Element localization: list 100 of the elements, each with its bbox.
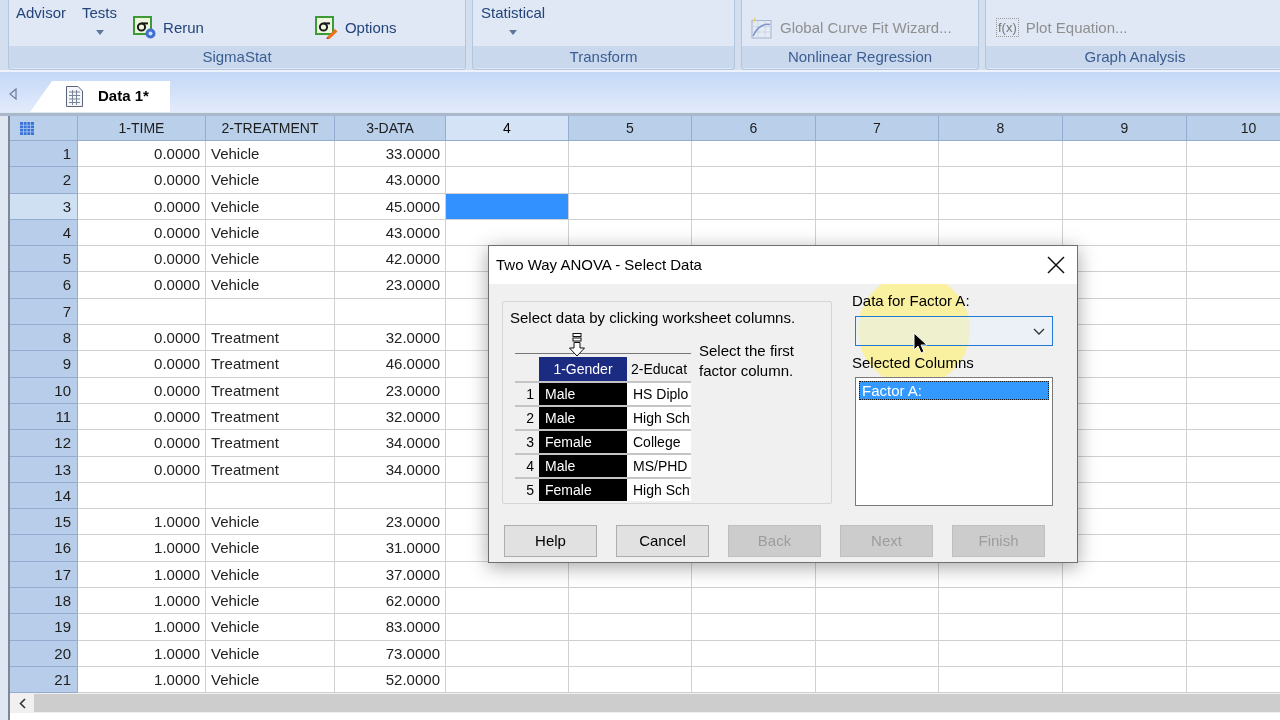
instruction-text: Select data by clicking worksheet columns. [510, 309, 797, 327]
table-cell: Vehicle [206, 535, 335, 562]
table-cell: 62.0000 [335, 588, 446, 615]
table-cell: Vehicle [206, 167, 335, 194]
dropdown-button[interactable]: Tests [82, 0, 118, 35]
example-cell: Male [539, 407, 627, 429]
table-cell: 0.0000 [78, 246, 206, 273]
row-header[interactable]: 4 [10, 219, 78, 247]
table-cell: Vehicle [206, 246, 335, 273]
document-tab[interactable]: Data 1* [30, 81, 170, 112]
example-row-number: 5 [525, 481, 535, 500]
example-column-header: 1-Gender [539, 357, 627, 381]
active-cell[interactable] [446, 193, 569, 220]
table-cell: 1.0000 [78, 640, 206, 667]
table-cell: Vehicle [206, 666, 335, 694]
row-header[interactable]: 6 [10, 272, 78, 299]
example-cell: Female [539, 479, 627, 501]
dialog-title: Two Way ANOVA - Select Data [496, 254, 702, 275]
table-cell: Vehicle [206, 193, 335, 220]
column-header[interactable]: 3-DATA [335, 116, 446, 141]
example-row-number: 4 [525, 457, 535, 476]
help-button[interactable]: Help [504, 525, 597, 557]
row-header[interactable]: 10 [10, 377, 78, 404]
ribbon-button[interactable]: Options [314, 16, 397, 39]
row-header[interactable]: 15 [10, 509, 78, 536]
row-header[interactable]: 13 [10, 456, 78, 483]
example-row-number: 2 [525, 409, 535, 428]
table-cell: Treatment [206, 351, 335, 378]
grid-icon [20, 121, 34, 135]
row-header[interactable]: 3 [10, 193, 78, 220]
row-header[interactable]: 7 [10, 298, 78, 326]
row-header[interactable]: 12 [10, 430, 78, 457]
column-header[interactable]: 7 [816, 116, 939, 141]
table-cell: 32.0000 [335, 403, 446, 431]
table-cell: 1.0000 [78, 614, 206, 641]
tab-scroll-left-icon[interactable] [9, 88, 17, 100]
example-cell: Female [539, 431, 627, 453]
chevron-down-icon [1033, 327, 1045, 335]
table-cell: 1.0000 [78, 535, 206, 562]
row-header[interactable]: 16 [10, 535, 78, 562]
cancel-button[interactable]: Cancel [616, 525, 709, 557]
column-header[interactable]: 8 [939, 116, 1063, 141]
table-cell: 31.0000 [335, 535, 446, 562]
row-header[interactable]: 9 [10, 351, 78, 378]
group-label: SigmaStat [9, 46, 465, 68]
ribbon-button[interactable]: Rerun [133, 16, 204, 39]
table-cell: 0.0000 [78, 272, 206, 299]
group-label: Nonlinear Regression [742, 46, 978, 68]
row-header[interactable]: 5 [10, 246, 78, 273]
table-cell: 73.0000 [335, 640, 446, 667]
table-cell: 1.0000 [78, 666, 206, 694]
row-header[interactable]: 18 [10, 588, 78, 615]
chart-icon [751, 16, 773, 39]
row-header[interactable]: 1 [10, 141, 78, 168]
table-cell: 37.0000 [335, 561, 446, 589]
example-cell: HS Diplo [627, 383, 691, 405]
column-header[interactable]: 5 [569, 116, 692, 141]
row-header[interactable]: 11 [10, 403, 78, 431]
table-cell: 0.0000 [78, 167, 206, 194]
column-header[interactable]: 2-TREATMENT [206, 116, 335, 141]
example-cell: High Sch [627, 407, 691, 429]
ribbon-button[interactable]: Advisor [16, 0, 67, 22]
table-cell: 0.0000 [78, 219, 206, 247]
column-header[interactable]: 10 [1187, 116, 1280, 141]
row-header[interactable]: 2 [10, 167, 78, 194]
close-icon [1047, 256, 1065, 274]
table-cell: 0.0000 [78, 193, 206, 220]
factor-dropdown[interactable] [855, 316, 1053, 346]
table-cell: 0.0000 [78, 325, 206, 352]
table-cell: 32.0000 [335, 325, 446, 352]
table-cell: 45.0000 [335, 193, 446, 220]
table-cell: 52.0000 [335, 666, 446, 694]
table-cell: 34.0000 [335, 456, 446, 483]
row-header[interactable]: 21 [10, 666, 78, 694]
table-cell: 43.0000 [335, 219, 446, 247]
row-header[interactable]: 19 [10, 614, 78, 641]
scroll-left-icon[interactable] [18, 697, 26, 709]
select-all-button[interactable] [10, 116, 78, 141]
column-header[interactable]: 9 [1063, 116, 1187, 141]
column-header[interactable]: 1-TIME [78, 116, 206, 141]
list-label: Selected Columns [852, 354, 975, 372]
row-header[interactable]: 17 [10, 561, 78, 589]
row-header[interactable]: 8 [10, 325, 78, 352]
column-header[interactable]: 4 [446, 116, 569, 141]
row-header[interactable]: 20 [10, 640, 78, 667]
table-cell: Treatment [206, 325, 335, 352]
row-header[interactable]: 14 [10, 482, 78, 510]
group-label: Graph Analysis [986, 46, 1280, 68]
table-cell: Vehicle [206, 614, 335, 641]
column-header[interactable]: 6 [692, 116, 816, 141]
table-cell: 0.0000 [78, 141, 206, 168]
dropdown-button[interactable]: Statistical [481, 0, 546, 35]
example-row-number: 1 [525, 385, 535, 404]
table-cell: Treatment [206, 456, 335, 483]
table-cell: Treatment [206, 403, 335, 431]
table-cell: Treatment [206, 377, 335, 404]
table-cell: 0.0000 [78, 430, 206, 457]
function-icon: f(x) [996, 18, 1019, 37]
table-cell: 1.0000 [78, 588, 206, 615]
table-cell: 0.0000 [78, 456, 206, 483]
